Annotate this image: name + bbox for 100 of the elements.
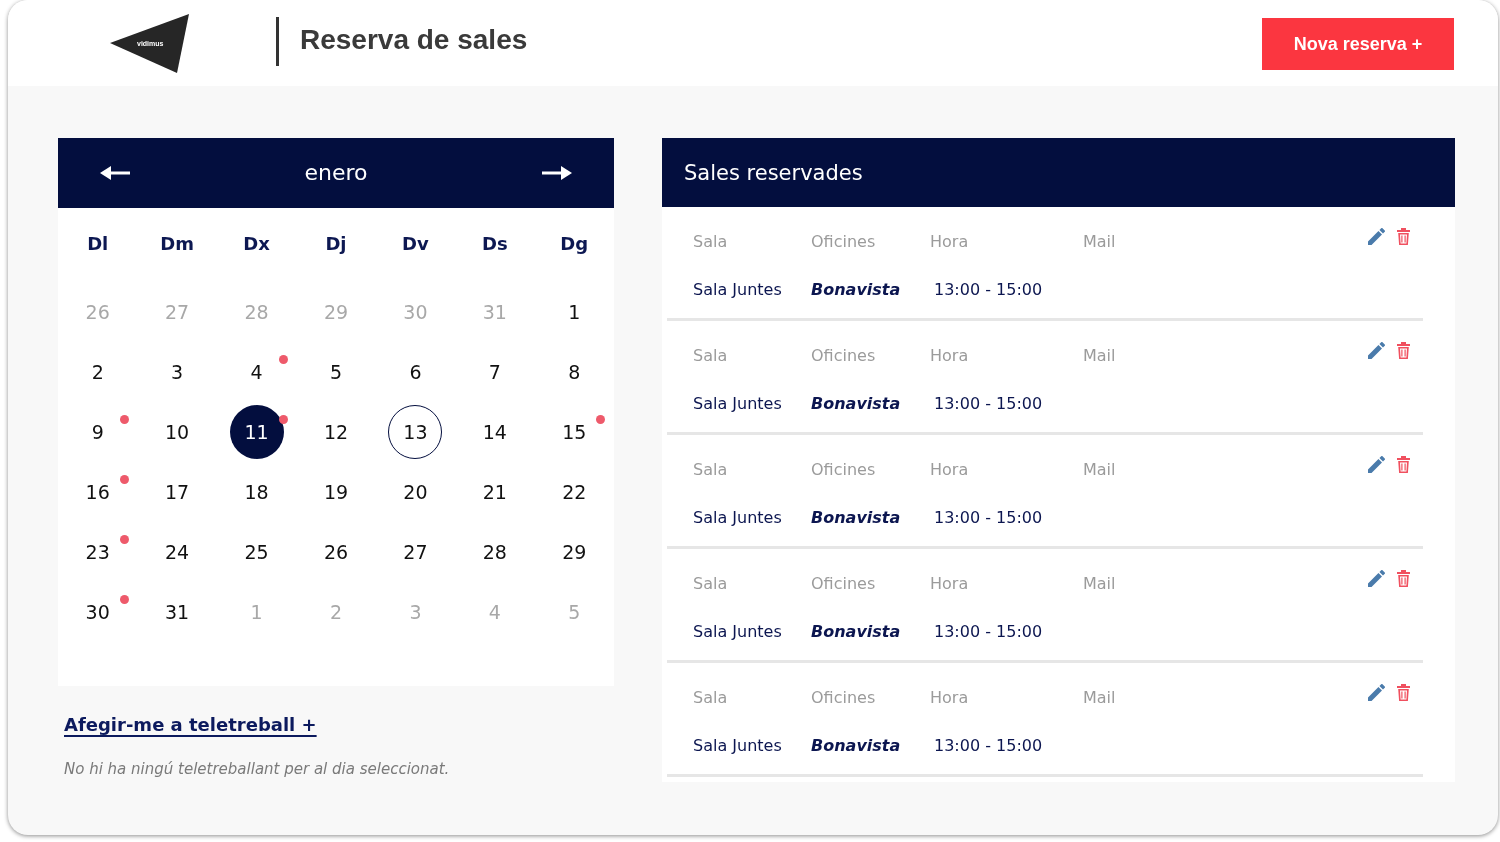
edit-button[interactable] [1368, 456, 1385, 473]
field-value: Bonavista [811, 280, 901, 300]
field-label: Oficines [811, 346, 876, 366]
trash-icon [1397, 228, 1410, 245]
calendar-day[interactable]: 16 [70, 465, 125, 519]
calendar-day[interactable]: 4 [229, 345, 284, 399]
calendar-day[interactable]: 26 [309, 525, 363, 579]
field-value: Sala Juntes [693, 394, 782, 414]
delete-button[interactable] [1397, 570, 1410, 587]
field-value: Bonavista [811, 736, 901, 756]
field-label: Sala [693, 346, 728, 366]
calendar-day[interactable]: 19 [309, 465, 363, 519]
calendar-day[interactable]: 11 [229, 405, 284, 459]
weekday-label: Dj [325, 231, 347, 256]
new-reservation-button[interactable]: Nova reserva + [1262, 18, 1454, 70]
calendar-day[interactable]: 9 [70, 405, 125, 459]
weekday-label: Dx [243, 231, 270, 256]
delete-button[interactable] [1397, 456, 1410, 473]
calendar-day[interactable]: 21 [467, 465, 522, 519]
calendar-day[interactable]: 18 [229, 465, 284, 519]
calendar-day[interactable]: 27 [388, 525, 443, 579]
pencil-icon [1368, 570, 1385, 587]
field-label: Hora [930, 688, 969, 708]
field-label: Sala [693, 460, 728, 480]
pencil-icon [1368, 684, 1385, 701]
calendar-day[interactable]: 20 [388, 465, 443, 519]
calendar-day[interactable]: 25 [229, 525, 284, 579]
field-label: Hora [930, 232, 969, 252]
trash-icon [1397, 456, 1410, 473]
calendar-day[interactable]: 2 [70, 345, 125, 399]
arrow-left-icon [100, 166, 130, 180]
calendar-day[interactable]: 5 [309, 345, 363, 399]
trash-icon [1397, 684, 1410, 701]
calendar-day[interactable]: 22 [547, 465, 602, 519]
field-value: Sala Juntes [693, 280, 782, 300]
delete-button[interactable] [1397, 684, 1410, 701]
field-label: Sala [693, 688, 728, 708]
field-value: 13:00 - 15:00 [934, 622, 1043, 642]
weekday-label: Dl [87, 231, 109, 256]
field-value: Bonavista [811, 622, 901, 642]
calendar-day[interactable]: 29 [547, 525, 602, 579]
edit-button[interactable] [1368, 228, 1385, 245]
calendar-day[interactable]: 23 [70, 525, 125, 579]
field-label: Hora [930, 460, 969, 480]
field-value: 13:00 - 15:00 [934, 736, 1043, 756]
calendar-day[interactable]: 31 [150, 585, 205, 639]
field-label: Mail [1083, 574, 1116, 594]
arrow-right-icon [542, 166, 572, 180]
calendar-day[interactable]: 17 [150, 465, 205, 519]
calendar-day[interactable]: 12 [309, 405, 363, 459]
calendar-day[interactable]: 8 [547, 345, 602, 399]
field-value: 13:00 - 15:00 [934, 280, 1043, 300]
weekday-label: Dv [402, 231, 429, 256]
pencil-icon [1368, 228, 1385, 245]
telework-message: No hi ha ningú teletreballant per al dia seleccionat. [64, 759, 450, 779]
pencil-icon [1368, 456, 1385, 473]
page-title: Reserva de sales [300, 23, 528, 57]
trash-icon [1397, 342, 1410, 359]
month-title: enero [304, 159, 368, 187]
edit-button[interactable] [1368, 684, 1385, 701]
field-value: 13:00 - 15:00 [934, 394, 1043, 414]
field-label: Sala [693, 232, 728, 252]
calendar-day[interactable]: 6 [388, 345, 443, 399]
trash-icon [1397, 570, 1410, 587]
field-value: Sala Juntes [693, 508, 782, 528]
field-label: Mail [1083, 232, 1116, 252]
reservations-title: Sales reservades [684, 159, 863, 187]
field-label: Oficines [811, 574, 876, 594]
calendar-day[interactable]: 1 [547, 285, 602, 339]
calendar-day[interactable]: 7 [467, 345, 522, 399]
field-label: Hora [930, 346, 969, 366]
calendar-day[interactable]: 14 [467, 405, 522, 459]
field-value: Bonavista [811, 508, 901, 528]
edit-button[interactable] [1368, 342, 1385, 359]
telework-link[interactable]: Afegir-me a teletreball + [64, 713, 317, 737]
delete-button[interactable] [1397, 342, 1410, 359]
pencil-icon [1368, 342, 1385, 359]
previous-month-button[interactable] [100, 166, 130, 180]
field-label: Mail [1083, 346, 1116, 366]
field-label: Oficines [811, 460, 876, 480]
field-label: Hora [930, 574, 969, 594]
calendar-day[interactable]: 15 [547, 405, 602, 459]
calendar-day[interactable]: 24 [150, 525, 205, 579]
calendar-day[interactable]: 3 [150, 345, 205, 399]
calendar-day[interactable]: 30 [70, 585, 125, 639]
calendar-day[interactable]: 10 [150, 405, 205, 459]
weekday-label: Dg [560, 231, 589, 256]
field-label: Mail [1083, 460, 1116, 480]
field-value: 13:00 - 15:00 [934, 508, 1043, 528]
field-label: Mail [1083, 688, 1116, 708]
weekday-label: Dm [160, 231, 194, 256]
next-month-button[interactable] [542, 166, 572, 180]
field-value: Bonavista [811, 394, 901, 414]
field-label: Oficines [811, 232, 876, 252]
field-value: Sala Juntes [693, 736, 782, 756]
edit-button[interactable] [1368, 570, 1385, 587]
field-label: Oficines [811, 688, 876, 708]
calendar-day[interactable]: 28 [467, 525, 522, 579]
delete-button[interactable] [1397, 228, 1410, 245]
field-label: Sala [693, 574, 728, 594]
